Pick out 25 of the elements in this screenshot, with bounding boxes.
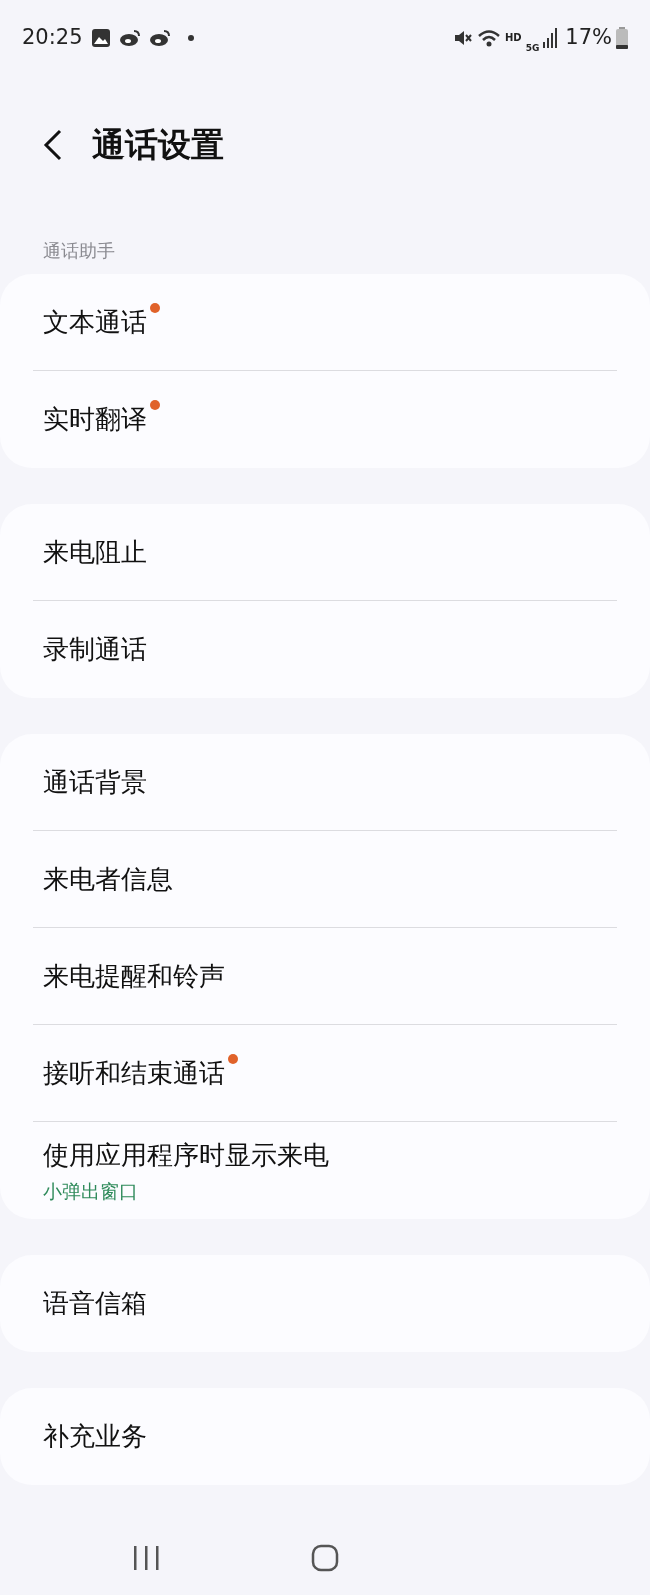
setting-item[interactable]: 实时翻译	[43, 404, 147, 434]
section-label: 通话助手	[42, 239, 116, 263]
setting-item[interactable]: 补充业务	[43, 1421, 147, 1451]
battery-percent: 17%	[565, 23, 612, 51]
cellular-label: 5G	[525, 41, 540, 55]
setting-item[interactable]: 使用应用程序时显示来电	[43, 1139, 329, 1170]
wifi-icon	[477, 27, 501, 48]
battery-icon	[616, 26, 628, 49]
gallery-icon	[90, 27, 111, 48]
setting-item[interactable]: 来电提醒和铃声	[43, 960, 225, 991]
setting-item[interactable]: 来电者信息	[43, 863, 173, 894]
status-time: 20:25	[22, 23, 83, 51]
setting-item[interactable]: 语音信箱	[43, 1288, 147, 1318]
setting-summary: 小弹出窗口	[43, 1178, 139, 1204]
setting-item[interactable]: 通话背景	[43, 766, 147, 797]
recent-apps-icon[interactable]	[131, 1544, 161, 1571]
network-label: HD	[505, 31, 522, 45]
signal-icon	[543, 27, 558, 48]
setting-item[interactable]: 文本通话	[43, 306, 147, 337]
setting-item[interactable]: 接听和结束通话	[43, 1057, 225, 1088]
home-icon[interactable]	[311, 1543, 339, 1572]
dot-icon	[186, 33, 195, 42]
setting-item[interactable]: 录制通话	[43, 634, 147, 664]
setting-item[interactable]: 来电阻止	[43, 536, 147, 567]
page-title: 通话设置	[92, 124, 224, 167]
